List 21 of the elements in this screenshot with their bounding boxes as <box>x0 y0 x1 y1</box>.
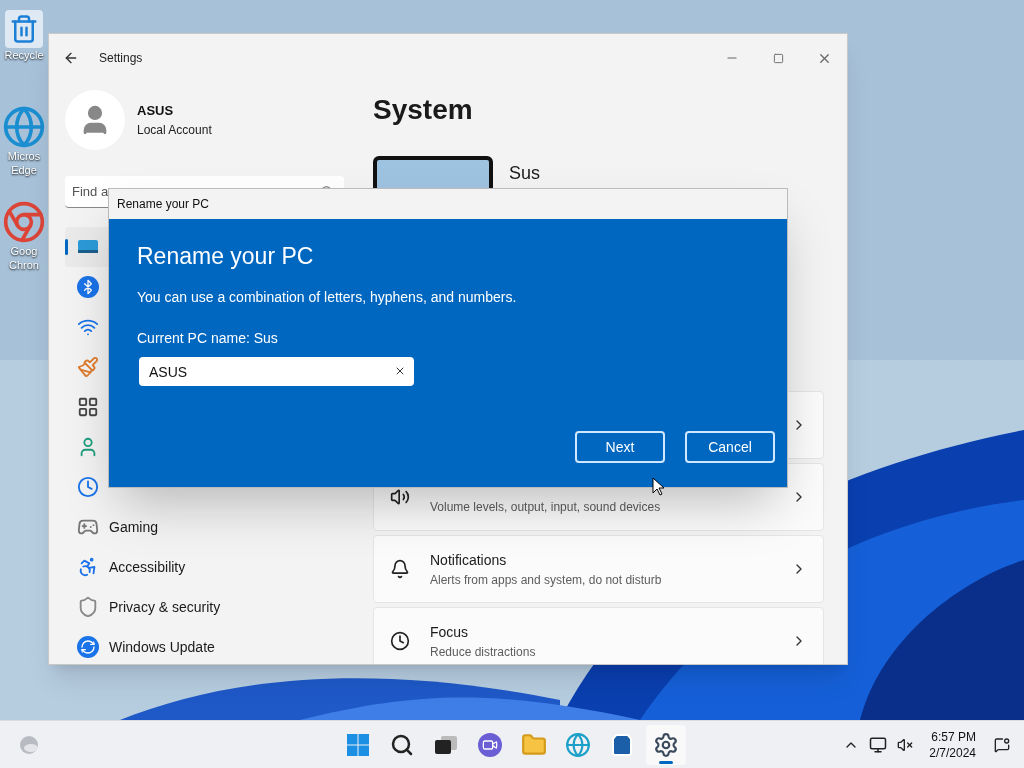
clock-date: 2/7/2024 <box>929 744 976 761</box>
clock-time: 6:57 PM <box>931 728 976 745</box>
card-subtitle: Alerts from apps and system, do not disturb <box>430 571 662 589</box>
desktop-icon-label: Micros <box>7 149 41 163</box>
account-name: ASUS <box>137 102 175 121</box>
window-title: Settings <box>99 50 143 67</box>
desktop-icon-label: Edge <box>11 163 37 177</box>
desktop-icon-label: Chron <box>9 258 39 272</box>
card-subtitle: Volume levels, output, input, sound devices <box>430 499 661 516</box>
card-subtitle: Reduce distractions <box>430 643 536 661</box>
current-name-label: Current PC name: Sus <box>137 329 279 348</box>
dialog-heading: Rename your PC <box>137 242 315 271</box>
page-heading: System <box>373 93 474 127</box>
desktop-icon-label: Recycle <box>4 48 44 62</box>
dialog-description: You can use a combination of letters, hyphens, and numbers. <box>137 288 518 307</box>
account-type: Local Account <box>137 121 212 139</box>
desktop-icon-label: Goog <box>10 244 38 258</box>
dialog-title: Rename your PC <box>117 196 210 213</box>
card-title: Notifications <box>430 550 508 570</box>
card-title: Focus <box>430 622 470 642</box>
device-name: Sus <box>509 162 541 184</box>
